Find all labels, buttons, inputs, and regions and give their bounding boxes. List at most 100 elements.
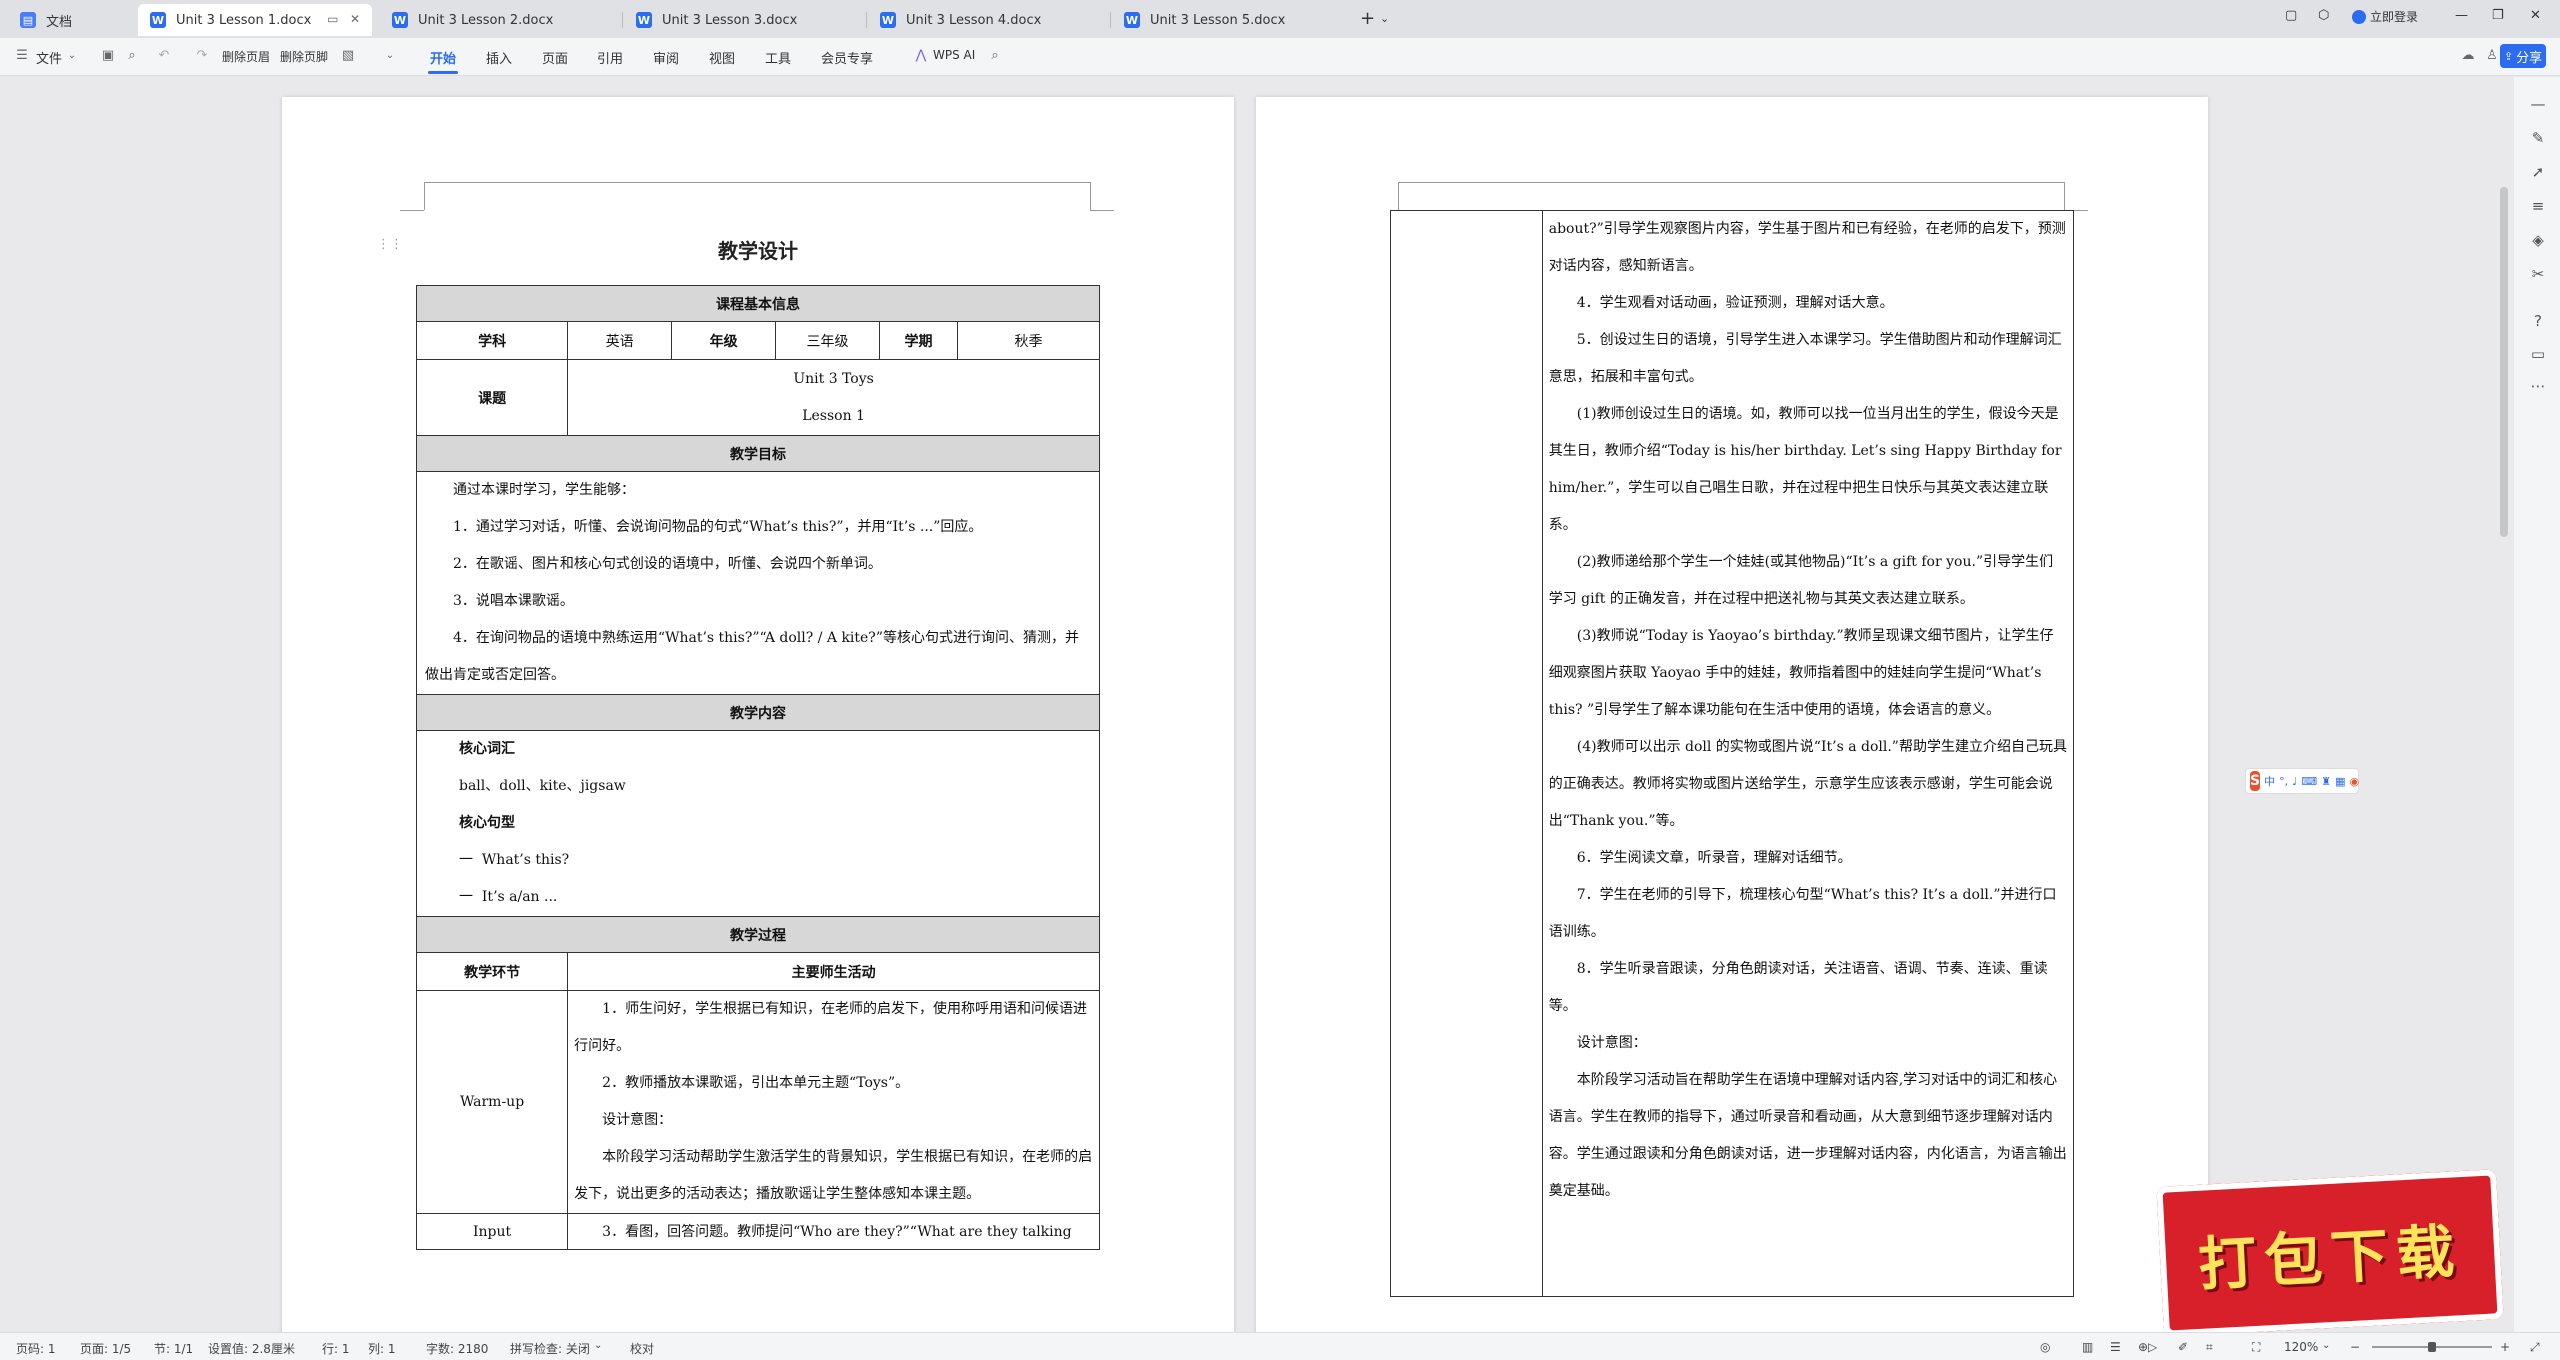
cube-icon[interactable]: ⬡	[2318, 8, 2329, 23]
margin-mark	[400, 210, 424, 211]
select-cursor-icon[interactable]: ➚	[2529, 163, 2547, 181]
document-canvas[interactable]: ⋮⋮ 教学设计 课程基本信息 学科 英语 年级 三年级 学期 秋季 课题 Uni…	[0, 77, 2560, 1332]
save-icon[interactable]: ▣	[100, 48, 116, 64]
tab-bar: ▤ 文档 W Unit 3 Lesson 1.docx ▭ ✕ W Unit 3…	[0, 0, 2560, 38]
chevron-down-icon[interactable]: ⌄	[2322, 1340, 2330, 1351]
subject-value: 英语	[567, 321, 673, 360]
input-activities-continued: about?”引导学生观察图片内容，学生基于图片和已有经验，在老师的启发下，预测…	[1541, 210, 2075, 1297]
delete-footer-button[interactable]: 删除页脚	[280, 48, 328, 65]
zoom-out-icon[interactable]: −	[2350, 1340, 2360, 1354]
stage-input: Input	[415, 1213, 569, 1250]
outline-view-icon[interactable]: ☰	[2110, 1340, 2121, 1354]
tab-document-4[interactable]: W Unit 3 Lesson 4.docx	[868, 4, 1108, 36]
menu-view[interactable]: 视图	[709, 48, 735, 67]
status-column: 列: 1	[368, 1342, 396, 1356]
menu-review[interactable]: 审阅	[653, 48, 679, 67]
activity-paragraph: about?”引导学生观察图片内容，学生基于图片和已有经验，在老师的启发下，预测…	[1548, 221, 2066, 274]
zoom-level[interactable]: 120%	[2284, 1340, 2318, 1354]
search-icon[interactable]: ⌕	[987, 48, 1003, 64]
menu-home[interactable]: 开始	[430, 48, 456, 67]
pattern-heading: 核心句型	[459, 815, 515, 831]
tools-icon[interactable]: ✂	[2529, 265, 2547, 283]
header-line	[1398, 182, 2064, 183]
status-proofread[interactable]: 校对	[630, 1340, 654, 1357]
menu-membership[interactable]: 会员专享	[821, 48, 873, 67]
emoji-icon[interactable]: ◉	[2349, 775, 2359, 788]
tab-document-3[interactable]: W Unit 3 Lesson 3.docx	[624, 4, 864, 36]
more-icon[interactable]: ⋯	[2529, 377, 2547, 395]
close-icon[interactable]: ✕	[350, 12, 360, 26]
toolbox-icon[interactable]: ▦	[2335, 775, 2345, 788]
status-page-count[interactable]: 页面: 1/5	[80, 1340, 131, 1357]
settings-sliders-icon[interactable]: ≡	[2529, 197, 2547, 215]
fullscreen-icon[interactable]: ⤢	[2530, 1340, 2540, 1355]
status-page-number[interactable]: 页码: 1	[16, 1340, 56, 1357]
tab-document-5[interactable]: W Unit 3 Lesson 5.docx	[1112, 4, 1352, 36]
play-icon[interactable]: ▷	[2148, 1340, 2157, 1354]
zoom-in-icon[interactable]: +	[2500, 1340, 2510, 1354]
tab-document-1[interactable]: W Unit 3 Lesson 1.docx ▭ ✕	[138, 4, 372, 36]
feedback-icon[interactable]: ▭	[2529, 345, 2547, 363]
undo-icon[interactable]: ↶	[156, 48, 172, 64]
active-tab-indicator	[428, 71, 458, 74]
help-icon[interactable]: ?	[2529, 312, 2547, 330]
eye-protection-icon[interactable]: ◎	[2040, 1340, 2050, 1354]
cloud-sync-icon[interactable]: ☁	[2460, 48, 2476, 64]
keyboard-icon[interactable]: ⌨	[2301, 775, 2317, 788]
redo-icon[interactable]: ↷	[194, 48, 210, 64]
style-icon[interactable]: ◈	[2529, 231, 2547, 249]
menu-tools[interactable]: 工具	[765, 48, 791, 67]
format-painter-icon[interactable]: ⌕	[124, 48, 140, 64]
ime-toolbar[interactable]: S 中 °, ♩ ⌨ ♜ ▦ ◉	[2245, 768, 2359, 794]
menu-insert[interactable]: 插入	[486, 48, 512, 67]
menu-file[interactable]: 文件	[36, 48, 62, 67]
window-layout-icon[interactable]: ▢	[2285, 8, 2297, 23]
status-word-count[interactable]: 字数: 2180	[426, 1340, 488, 1357]
collaborate-icon[interactable]: ♙	[2484, 48, 2500, 64]
image-options-icon[interactable]: ▧	[340, 48, 356, 64]
download-promo-banner[interactable]: 打包下载	[2156, 1169, 2504, 1337]
section-header: 教学内容	[416, 694, 1100, 731]
status-spell-check[interactable]: 拼写检查: 关闭	[510, 1340, 590, 1357]
status-section[interactable]: 节: 1/1	[154, 1340, 193, 1357]
document-page-1[interactable]: ⋮⋮ 教学设计 课程基本信息 学科 英语 年级 三年级 学期 秋季 课题 Uni…	[282, 97, 1234, 1332]
share-button[interactable]: ⇪ 分享	[2500, 44, 2546, 68]
menu-references[interactable]: 引用	[597, 48, 623, 67]
chevron-down-icon[interactable]: ⌄	[64, 48, 80, 64]
hamburger-icon[interactable]: ☰	[14, 48, 30, 64]
close-window-icon[interactable]: ✕	[2530, 8, 2541, 23]
edit-pen-icon[interactable]: ✎	[2529, 129, 2547, 147]
write-mode-icon[interactable]: ✐	[2178, 1340, 2188, 1354]
new-tab-button[interactable]: +	[1360, 8, 1375, 29]
focus-mode-icon[interactable]: ⌗	[2206, 1340, 2213, 1355]
activity-paragraph: 本阶段学习活动帮助学生激活学生的背景知识，学生根据已有知识，在老师的启发下，说出…	[574, 1149, 1093, 1202]
document-page-2[interactable]: about?”引导学生观察图片内容，学生基于图片和已有经验，在老师的启发下，预测…	[1256, 97, 2208, 1332]
status-setting-value[interactable]: 设置值: 2.8厘米	[208, 1340, 295, 1357]
login-button[interactable]: 立即登录	[2352, 8, 2418, 25]
microphone-icon[interactable]: ♩	[2292, 775, 2297, 788]
chevron-down-icon[interactable]: ⌄	[382, 48, 398, 64]
chevron-down-icon[interactable]: ⌄	[1380, 12, 1389, 25]
tab-document-2[interactable]: W Unit 3 Lesson 2.docx	[380, 4, 620, 36]
restore-icon[interactable]: ❐	[2492, 8, 2504, 23]
chevron-down-icon[interactable]: ⌄	[594, 1340, 602, 1351]
punctuation-icon[interactable]: °,	[2279, 775, 2288, 788]
window-pin-icon[interactable]: ▭	[327, 12, 338, 26]
chinese-mode-icon[interactable]: 中	[2264, 773, 2275, 789]
menu-page[interactable]: 页面	[542, 48, 568, 67]
delete-header-button[interactable]: 删除页眉	[222, 48, 270, 65]
goal-paragraph: 2．在歌谣、图片和核心句式创设的语境中，听懂、会说四个新单词。	[453, 556, 882, 572]
status-bar: 页码: 1 页面: 1/5 节: 1/1 设置值: 2.8厘米 行: 1 列: …	[0, 1332, 2560, 1360]
page-view-icon[interactable]: ▥	[2082, 1340, 2093, 1354]
goal-paragraph: 4．在询问物品的语境中熟练运用“What’s this?”“A doll? / …	[425, 630, 1079, 683]
skin-icon[interactable]: ♜	[2321, 775, 2331, 788]
web-view-icon[interactable]: ⊕	[2138, 1340, 2148, 1354]
zoom-slider-handle[interactable]	[2428, 1342, 2436, 1352]
wps-ai-button[interactable]: WPS AI	[933, 48, 975, 62]
vertical-scrollbar[interactable]	[2500, 187, 2508, 537]
tab-home[interactable]: ▤ 文档	[8, 4, 132, 36]
minimize-icon[interactable]: —	[2455, 8, 2468, 23]
fit-page-icon[interactable]: ⛶	[2252, 1340, 2260, 1355]
collapse-icon[interactable]: —	[2529, 95, 2547, 113]
tab-label: Unit 3 Lesson 3.docx	[662, 12, 798, 28]
